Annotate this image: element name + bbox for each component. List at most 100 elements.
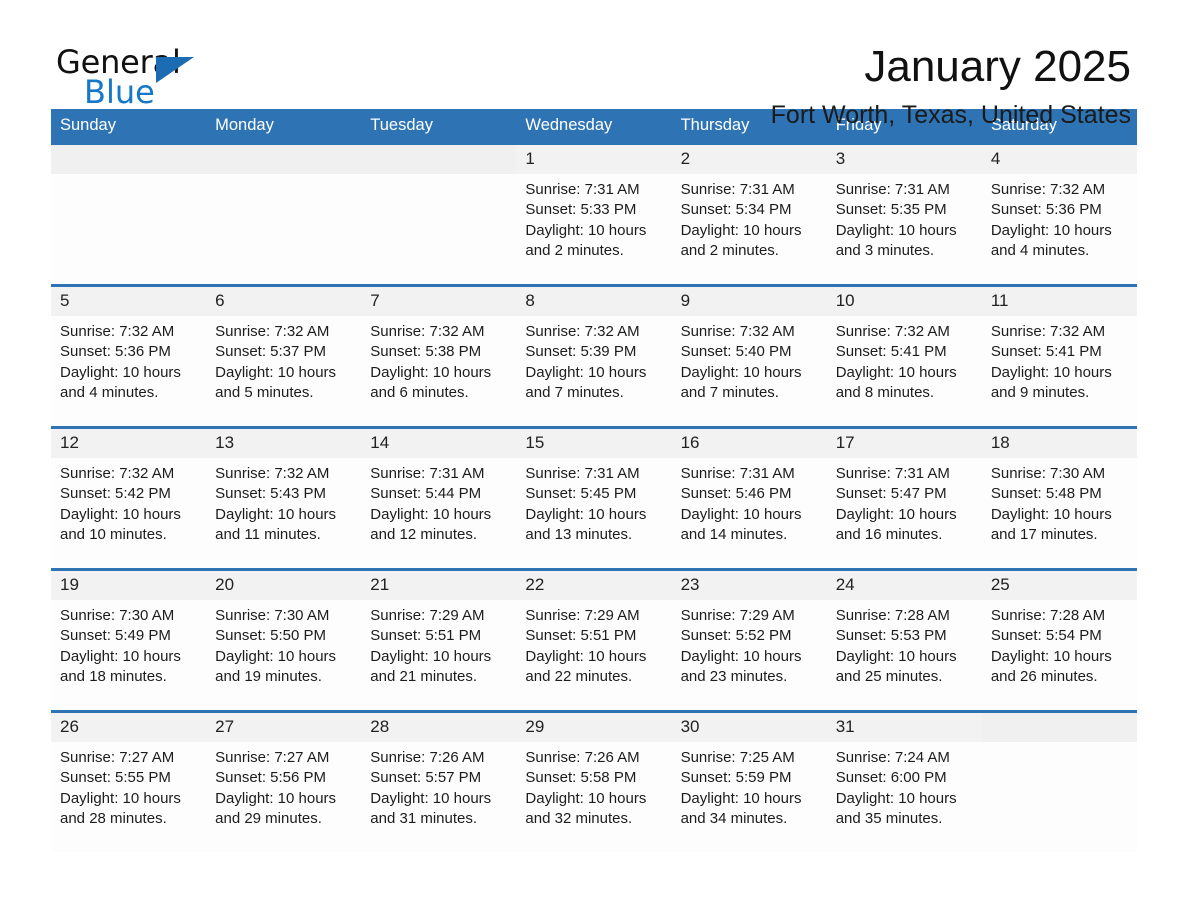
sunset-text: Sunset: 5:45 PM — [525, 485, 637, 503]
sunset-text: Sunset: 5:50 PM — [215, 627, 327, 645]
daylight-text: and 31 minutes. — [370, 809, 478, 827]
daylight-text: Daylight: 10 hours — [990, 647, 1112, 665]
day-number-18[interactable]: 18 — [981, 426, 1137, 458]
daylight-text: Daylight: 10 hours — [835, 363, 957, 381]
daylight-text: and 12 minutes. — [370, 525, 478, 543]
sunrise-text: Sunrise: 7:27 AM — [60, 749, 175, 766]
sunset-text: Sunset: 5:41 PM — [835, 343, 947, 361]
daylight-text: Daylight: 10 hours — [525, 221, 647, 239]
sunrise-text: Sunrise: 7:25 AM — [680, 749, 795, 766]
day-detail-24: Sunrise: 7:28 AM Sunset: 5:53 PM Daylight:… — [826, 600, 982, 712]
day-number-8[interactable]: 8 — [516, 284, 672, 316]
day-number-19[interactable]: 19 — [51, 568, 207, 600]
triangle-flag-icon — [156, 57, 194, 83]
day-number-31[interactable]: 31 — [826, 710, 982, 742]
day-number-16[interactable]: 16 — [671, 426, 827, 458]
daylight-text: and 11 minutes. — [215, 525, 321, 543]
day-detail-29: Sunrise: 7:26 AM Sunset: 5:58 PM Daylight:… — [516, 742, 672, 852]
day-number-22[interactable]: 22 — [516, 568, 672, 600]
sunset-text: Sunset: 5:35 PM — [835, 201, 947, 219]
day-number-6[interactable]: 6 — [206, 284, 362, 316]
day-number-23[interactable]: 23 — [671, 568, 827, 600]
day-number-2[interactable]: 2 — [671, 142, 827, 174]
week-detail-row: Sunrise: 7:32 AM Sunset: 5:36 PM Daylight:… — [51, 316, 1137, 428]
daylight-text: and 4 minutes. — [60, 383, 159, 401]
day-detail-18: Sunrise: 7:30 AM Sunset: 5:48 PM Daylight:… — [981, 458, 1137, 570]
day-number-9[interactable]: 9 — [671, 284, 827, 316]
week-detail-row: Sunrise: 7:27 AM Sunset: 5:55 PM Daylight:… — [51, 742, 1137, 852]
sunset-text: Sunset: 5:36 PM — [990, 201, 1102, 219]
day-number-17[interactable]: 17 — [826, 426, 982, 458]
sunrise-text: Sunrise: 7:30 AM — [215, 607, 330, 624]
day-number-26[interactable]: 26 — [51, 710, 207, 742]
sunrise-text: Sunrise: 7:32 AM — [990, 323, 1106, 340]
day-number-12[interactable]: 12 — [51, 426, 207, 458]
sunrise-text: Sunrise: 7:30 AM — [990, 465, 1106, 482]
day-number-27[interactable]: 27 — [206, 710, 362, 742]
sunset-text: Sunset: 6:00 PM — [835, 769, 947, 787]
daylight-text: Daylight: 10 hours — [60, 363, 181, 381]
daylight-text: and 28 minutes. — [60, 809, 167, 827]
day-number-25[interactable]: 25 — [981, 568, 1137, 600]
day-number-28[interactable]: 28 — [361, 710, 517, 742]
day-detail-12: Sunrise: 7:32 AM Sunset: 5:42 PM Daylight:… — [51, 458, 207, 570]
day-number-24[interactable]: 24 — [826, 568, 982, 600]
sunrise-text: Sunrise: 7:31 AM — [525, 465, 640, 482]
daylight-text: Daylight: 10 hours — [525, 363, 647, 381]
calendar-grid: Sunday Monday Tuesday Wednesday Thursday Frid… — [51, 109, 1137, 852]
daylight-text: Daylight: 10 hours — [370, 363, 492, 381]
brand-logo[interactable]: General Blue — [56, 45, 236, 115]
day-detail-empty — [361, 174, 517, 286]
day-number-3[interactable]: 3 — [826, 142, 982, 174]
sunset-text: Sunset: 5:36 PM — [60, 343, 171, 361]
sunset-text: Sunset: 5:47 PM — [835, 485, 947, 503]
day-number-21[interactable]: 21 — [361, 568, 517, 600]
sunrise-text: Sunrise: 7:31 AM — [835, 465, 950, 482]
day-number-14[interactable]: 14 — [361, 426, 517, 458]
day-number-7[interactable]: 7 — [361, 284, 517, 316]
daylight-text: and 14 minutes. — [680, 525, 788, 543]
sunrise-text: Sunrise: 7:26 AM — [370, 749, 485, 766]
sunset-text: Sunset: 5:53 PM — [835, 627, 947, 645]
day-number-30[interactable]: 30 — [671, 710, 827, 742]
daylight-text: Daylight: 10 hours — [990, 505, 1112, 523]
daylight-text: and 18 minutes. — [60, 667, 167, 685]
day-detail-3: Sunrise: 7:31 AM Sunset: 5:35 PM Daylight:… — [826, 174, 982, 286]
calendar-page: General Blue January 2025 Fort Worth, Te… — [0, 0, 1188, 918]
daylight-text: and 7 minutes. — [525, 383, 624, 401]
daylight-text: Daylight: 10 hours — [525, 789, 647, 807]
sunset-text: Sunset: 5:33 PM — [525, 201, 637, 219]
sunrise-text: Sunrise: 7:32 AM — [60, 323, 175, 340]
sunset-text: Sunset: 5:52 PM — [680, 627, 792, 645]
sunrise-text: Sunrise: 7:32 AM — [680, 323, 795, 340]
daylight-text: Daylight: 10 hours — [835, 221, 957, 239]
daylight-text: and 29 minutes. — [215, 809, 322, 827]
day-detail-empty — [51, 174, 207, 286]
day-number-1[interactable]: 1 — [516, 142, 672, 174]
day-detail-20: Sunrise: 7:30 AM Sunset: 5:50 PM Daylight:… — [206, 600, 362, 712]
page-header: General Blue January 2025 Fort Worth, Te… — [51, 0, 1137, 129]
sunset-text: Sunset: 5:43 PM — [215, 485, 327, 503]
sunset-text: Sunset: 5:40 PM — [680, 343, 792, 361]
daylight-text: Daylight: 10 hours — [680, 221, 802, 239]
day-number-10[interactable]: 10 — [826, 284, 982, 316]
day-number-11[interactable]: 11 — [981, 284, 1137, 316]
sunrise-text: Sunrise: 7:32 AM — [370, 323, 485, 340]
sunrise-text: Sunrise: 7:32 AM — [215, 323, 330, 340]
daylight-text: and 4 minutes. — [990, 241, 1090, 259]
daylight-text: Daylight: 10 hours — [215, 363, 337, 381]
daylight-text: Daylight: 10 hours — [525, 505, 647, 523]
daylight-text: Daylight: 10 hours — [370, 647, 492, 665]
sunrise-text: Sunrise: 7:32 AM — [215, 465, 330, 482]
day-number-4[interactable]: 4 — [981, 142, 1137, 174]
daylight-text: and 6 minutes. — [370, 383, 469, 401]
day-number-5[interactable]: 5 — [51, 284, 207, 316]
day-number-15[interactable]: 15 — [516, 426, 672, 458]
sunset-text: Sunset: 5:37 PM — [215, 343, 327, 361]
day-number-13[interactable]: 13 — [206, 426, 362, 458]
daylight-text: Daylight: 10 hours — [990, 221, 1112, 239]
day-detail-31: Sunrise: 7:24 AM Sunset: 6:00 PM Daylight:… — [826, 742, 982, 852]
day-number-29[interactable]: 29 — [516, 710, 672, 742]
day-detail-16: Sunrise: 7:31 AM Sunset: 5:46 PM Daylight:… — [671, 458, 827, 570]
day-number-20[interactable]: 20 — [206, 568, 362, 600]
